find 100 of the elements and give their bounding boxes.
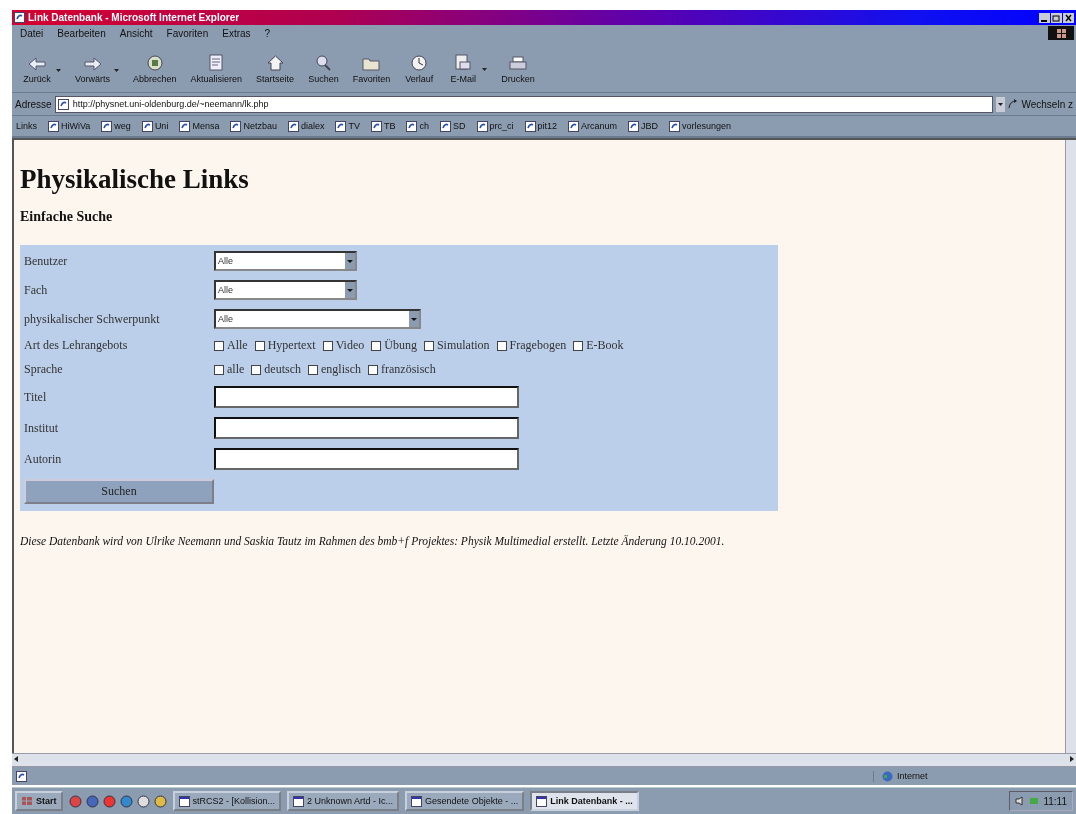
toolbar-button[interactable]: Verlauf bbox=[404, 55, 435, 84]
select-field[interactable]: Alle bbox=[214, 309, 421, 329]
link-button[interactable]: TB bbox=[370, 120, 396, 132]
vertical-scrollbar[interactable] bbox=[1065, 140, 1076, 753]
window-icon bbox=[293, 795, 305, 807]
links-label: Links bbox=[16, 121, 37, 131]
checkbox[interactable] bbox=[254, 340, 265, 351]
link-button[interactable]: weg bbox=[101, 120, 131, 132]
search-button[interactable]: Suchen bbox=[24, 479, 214, 504]
input-field[interactable] bbox=[214, 386, 519, 408]
start-button[interactable]: Start bbox=[15, 791, 63, 811]
checkbox[interactable] bbox=[322, 340, 333, 351]
clock-icon bbox=[411, 55, 428, 71]
quick-launch-icon[interactable] bbox=[136, 794, 150, 808]
field-label: Fach bbox=[24, 282, 49, 298]
checkbox[interactable] bbox=[214, 340, 224, 351]
link-button[interactable]: Arcanum bbox=[568, 120, 618, 132]
link-button[interactable]: SD bbox=[440, 120, 466, 132]
select-field[interactable]: Alle bbox=[214, 280, 357, 300]
checkbox-label: Hypertext bbox=[267, 338, 316, 353]
toolbar-button[interactable]: Abbrechen bbox=[133, 55, 177, 84]
taskbar-button[interactable]: 2 Unknown Artd - Ic... bbox=[287, 791, 400, 811]
select-field[interactable]: Alle bbox=[214, 251, 357, 271]
toolbar-button[interactable]: Favoriten bbox=[352, 56, 391, 84]
mail-icon bbox=[455, 54, 472, 71]
window-icon bbox=[411, 795, 423, 807]
menu-item[interactable]: Extras bbox=[222, 27, 251, 39]
security-zone-label: Internet bbox=[897, 771, 928, 781]
toolbar-button[interactable]: Drucken bbox=[501, 56, 535, 84]
field-label: physikalischer Schwerpunkt bbox=[24, 311, 161, 327]
link-button[interactable]: TV bbox=[335, 120, 360, 132]
toolbar-button[interactable]: Startseite bbox=[256, 55, 295, 84]
close-icon[interactable] bbox=[1063, 12, 1074, 23]
toolbar-button[interactable]: Suchen bbox=[308, 55, 339, 84]
window-icon bbox=[178, 795, 190, 807]
checkbox[interactable] bbox=[496, 340, 507, 351]
taskbar-button[interactable]: Link Datenbank - ... bbox=[530, 791, 639, 811]
menu-item[interactable]: Favoriten bbox=[166, 27, 209, 39]
page-icon bbox=[209, 54, 224, 71]
toolbar-button[interactable]: Aktualisieren bbox=[190, 54, 243, 84]
quick-launch-icon[interactable] bbox=[68, 794, 82, 808]
page-icon bbox=[57, 98, 69, 110]
dropdown-arrow-icon[interactable] bbox=[56, 69, 61, 72]
horizontal-scrollbar[interactable] bbox=[12, 753, 1076, 767]
toolbar-button[interactable]: Vorwärts bbox=[75, 57, 110, 84]
forward-arrow-icon bbox=[83, 57, 102, 71]
quick-launch-icon[interactable] bbox=[119, 794, 133, 808]
search-icon bbox=[315, 55, 332, 71]
link-button[interactable]: ch bbox=[406, 120, 429, 132]
checkbox[interactable] bbox=[423, 340, 434, 351]
link-button[interactable]: pit12 bbox=[524, 120, 558, 132]
address-field[interactable]: http://physnet.uni-oldenburg.de/~neemann/lk.php bbox=[54, 95, 994, 113]
page-icon bbox=[669, 120, 681, 132]
dropdown-arrow-icon[interactable] bbox=[114, 69, 119, 72]
menu-item[interactable]: ? bbox=[264, 27, 271, 39]
go-arrow-icon bbox=[1008, 99, 1019, 109]
link-button[interactable]: dialex bbox=[287, 120, 325, 132]
quick-launch-icon[interactable] bbox=[85, 794, 99, 808]
field-label: Benutzer bbox=[24, 253, 69, 269]
checkbox-label: deutsch bbox=[264, 362, 301, 377]
checkbox[interactable] bbox=[251, 364, 262, 375]
page-icon bbox=[48, 120, 59, 132]
restore-icon[interactable] bbox=[1051, 12, 1062, 23]
checkbox[interactable] bbox=[573, 340, 584, 351]
clock: 11:11 bbox=[1043, 795, 1067, 807]
dropdown-arrow-icon[interactable] bbox=[482, 67, 488, 71]
link-button[interactable]: JBD bbox=[628, 120, 659, 132]
quick-launch-icon[interactable] bbox=[102, 794, 116, 808]
home-icon bbox=[266, 55, 284, 71]
checkbox-label: Video bbox=[335, 338, 365, 353]
back-arrow-icon bbox=[28, 57, 46, 71]
checkbox[interactable] bbox=[214, 364, 224, 375]
checkbox[interactable] bbox=[368, 364, 378, 375]
menu-item[interactable]: Datei bbox=[20, 27, 44, 39]
quick-launch-icon[interactable] bbox=[153, 794, 167, 808]
link-button[interactable]: vorlesungen bbox=[669, 120, 732, 132]
minimize-icon[interactable] bbox=[1039, 12, 1050, 23]
page-icon bbox=[406, 120, 418, 132]
link-button[interactable]: Mensa bbox=[179, 120, 220, 132]
page-icon bbox=[101, 120, 113, 132]
taskbar-button[interactable]: Gesendete Objekte - ... bbox=[405, 791, 525, 811]
checkbox[interactable] bbox=[371, 340, 382, 351]
field-label: Art des Lehrangebots bbox=[24, 338, 129, 353]
go-button[interactable]: Wechseln z bbox=[1021, 98, 1073, 110]
link-button[interactable]: Uni bbox=[141, 120, 169, 132]
input-field[interactable] bbox=[214, 417, 519, 439]
page-icon bbox=[370, 120, 382, 132]
page-icon bbox=[179, 120, 191, 132]
toolbar-button[interactable]: E-Mail bbox=[448, 54, 479, 84]
windows-logo-icon bbox=[21, 796, 33, 806]
menu-item[interactable]: Bearbeiten bbox=[57, 27, 106, 39]
checkbox[interactable] bbox=[308, 364, 318, 375]
input-field[interactable] bbox=[214, 448, 519, 470]
link-button[interactable]: Netzbau bbox=[230, 120, 277, 132]
taskbar-button[interactable]: stRCS2 - [Kollision... bbox=[172, 791, 282, 811]
link-button[interactable]: HiWiVa bbox=[48, 120, 91, 132]
link-button[interactable]: prc_ci bbox=[476, 120, 514, 132]
menu-item[interactable]: Ansicht bbox=[119, 27, 153, 39]
address-label: Adresse bbox=[15, 98, 52, 110]
toolbar-button[interactable]: Zurück bbox=[22, 57, 52, 84]
